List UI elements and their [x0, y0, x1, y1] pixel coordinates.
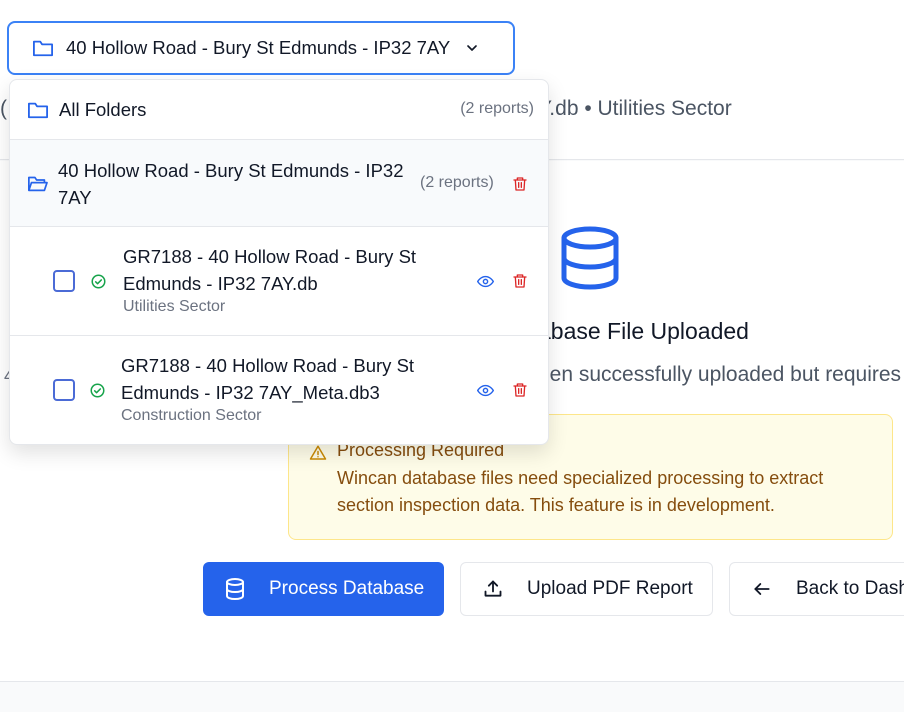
report-count: (2 reports) — [420, 174, 494, 191]
folder-selector-value: 40 Hollow Road - Bury St Edmunds - IP32 … — [66, 37, 451, 58]
report-sector: Construction Sector — [121, 407, 262, 424]
upload-pdf-button[interactable]: Upload PDF Report — [460, 562, 713, 616]
folder-open-icon — [28, 176, 48, 192]
database-icon — [561, 226, 619, 290]
report-sector: Utilities Sector — [123, 298, 226, 315]
trash-icon[interactable] — [512, 273, 528, 289]
upload-pdf-label: Upload PDF Report — [527, 578, 693, 599]
report-checkbox[interactable] — [53, 379, 75, 401]
folder-option-label: All Folders — [59, 99, 147, 120]
report-item[interactable]: GR7188 - 40 Hollow Road - Bury St Edmund… — [10, 337, 548, 444]
folder-icon — [27, 102, 48, 119]
report-name: GR7188 - 40 Hollow Road - Bury St Edmund… — [123, 246, 417, 294]
upload-icon — [484, 580, 502, 597]
folder-selector[interactable]: 40 Hollow Road - Bury St Edmunds - IP32 … — [7, 21, 515, 75]
notice-text: Wincan database files need specialized p… — [337, 468, 824, 515]
folder-icon — [33, 40, 53, 57]
folder-option-label: 40 Hollow Road - Bury St Edmunds - IP32 … — [58, 160, 404, 208]
process-database-label: Process Database — [269, 578, 425, 599]
chevron-down-icon — [467, 45, 478, 51]
trash-icon[interactable] — [512, 176, 528, 192]
back-to-dashboard-button[interactable]: Back to Dash — [729, 562, 904, 616]
check-circle-icon — [90, 383, 105, 398]
eye-icon[interactable] — [477, 382, 494, 399]
subtitle-right-fragment: Y.db • Utilities Sector — [538, 97, 732, 120]
arrow-left-icon — [754, 583, 770, 595]
report-checkbox[interactable] — [53, 270, 75, 292]
database-icon — [226, 578, 244, 600]
upload-description: een successfully uploaded but requires — [538, 363, 902, 386]
back-to-dashboard-label: Back to Dash — [796, 578, 904, 599]
folder-option-hollow-road[interactable]: 40 Hollow Road - Bury St Edmunds - IP32 … — [10, 140, 548, 227]
folder-dropdown: All Folders (2 reports) 40 Hollow Road -… — [9, 79, 549, 445]
eye-icon[interactable] — [477, 273, 494, 290]
folder-option-all[interactable]: All Folders (2 reports) — [10, 80, 548, 140]
check-circle-icon — [91, 274, 106, 289]
process-database-button[interactable]: Process Database — [203, 562, 444, 616]
subtitle-left-fragment: ( — [0, 97, 7, 120]
trash-icon[interactable] — [512, 382, 528, 398]
report-item[interactable]: GR7188 - 40 Hollow Road - Bury St Edmund… — [10, 228, 548, 336]
report-count: (2 reports) — [460, 100, 534, 117]
report-name: GR7188 - 40 Hollow Road - Bury St Edmund… — [121, 355, 415, 403]
upload-heading: abase File Uploaded — [538, 318, 749, 344]
warning-triangle-icon — [309, 445, 327, 460]
